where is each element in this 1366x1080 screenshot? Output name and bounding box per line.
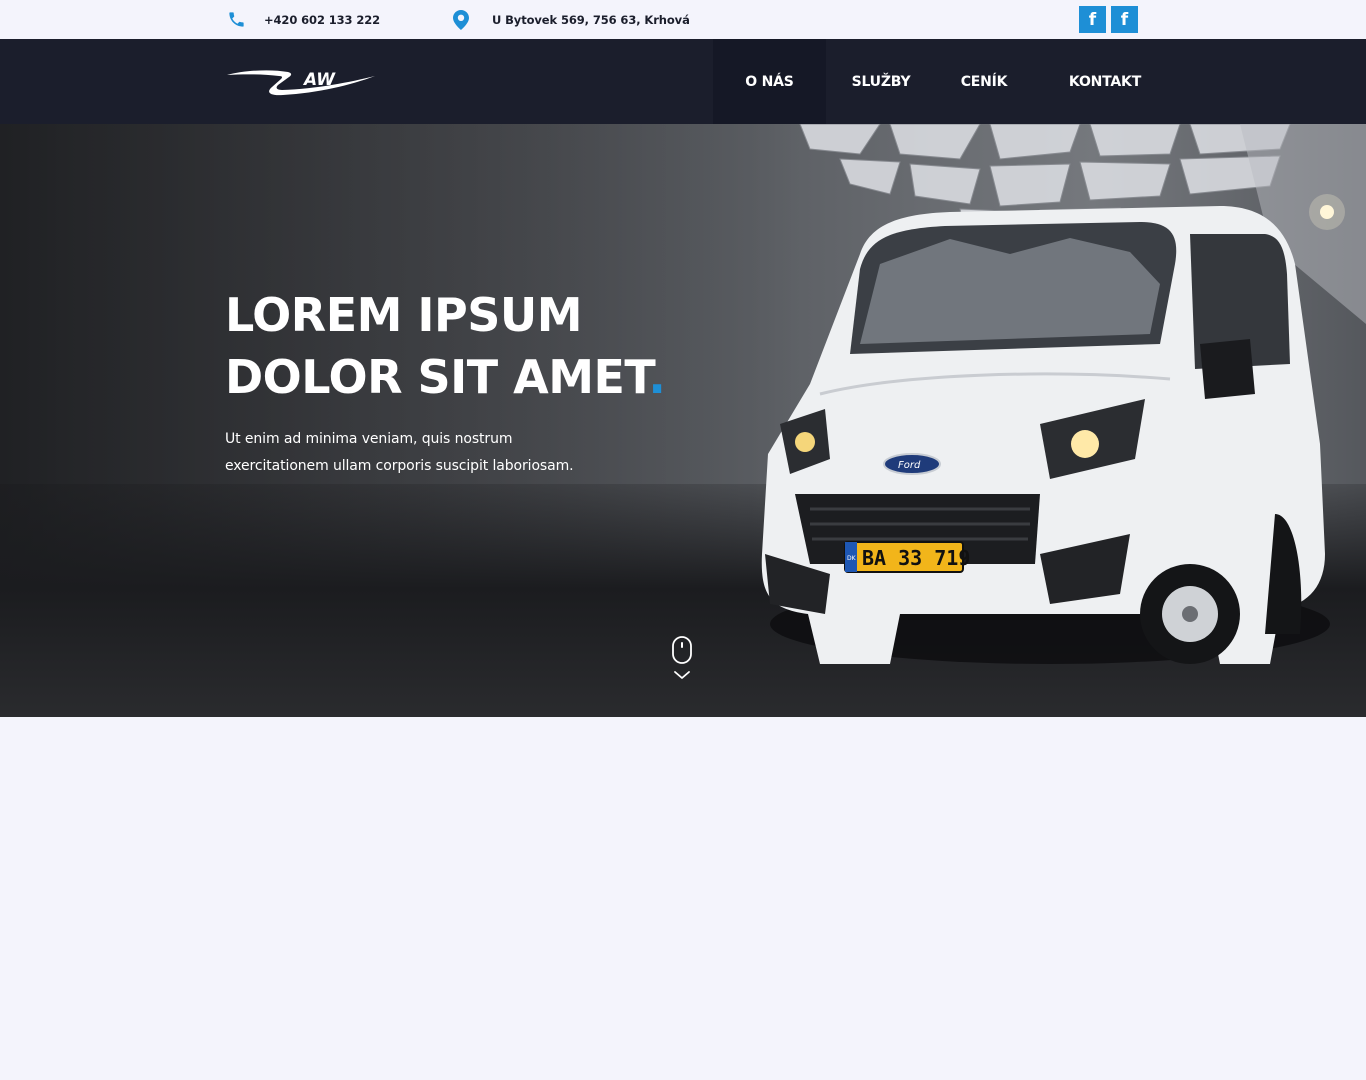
- phone-number: +420 602 133 222: [264, 12, 381, 27]
- nav-item-kontakt[interactable]: KONTAKT: [1060, 39, 1150, 124]
- hero-title-line1: LOREM IPSUM: [225, 288, 583, 342]
- hero-banner: Ford DK BA 33 719 LOREM IPSUM DOLOR SIT …: [0, 124, 1366, 717]
- address-text: U Bytovek 569, 756 63, Krhová: [492, 12, 690, 27]
- hero-subtitle: Ut enim ad minima veniam, quis nostrum e…: [225, 426, 605, 480]
- contact-address[interactable]: U Bytovek 569, 756 63, Krhová: [453, 0, 690, 39]
- contact-phone[interactable]: +420 602 133 222: [227, 0, 380, 39]
- nav-item-o-nas[interactable]: O NÁS: [713, 39, 826, 124]
- hero-title-line2: DOLOR SIT AMET.: [225, 346, 745, 408]
- nav-item-sluzby[interactable]: SLUŽBY: [840, 39, 922, 124]
- map-pin-icon: [453, 9, 469, 30]
- logo[interactable]: AW: [226, 66, 376, 98]
- facebook-icon[interactable]: f: [1079, 6, 1106, 33]
- phone-icon: [227, 10, 246, 29]
- facebook-icon[interactable]: f: [1111, 6, 1138, 33]
- plate-country: DK: [847, 555, 857, 562]
- hero-title-line2-text: DOLOR SIT AMET: [225, 350, 649, 404]
- top-info-bar: +420 602 133 222 U Bytovek 569, 756 63, …: [0, 0, 1366, 39]
- hero-title: LOREM IPSUM DOLOR SIT AMET.: [225, 284, 745, 408]
- hero-subtitle-line2: exercitationem ullam corporis suscipit l…: [225, 458, 574, 474]
- van-image: Ford DK BA 33 719: [761, 206, 1330, 664]
- hero-title-dot: .: [648, 350, 666, 404]
- main-navbar: AW O NÁS SLUŽBY CENÍK KONTAKT: [0, 39, 1366, 124]
- hero-subtitle-line1: Ut enim ad minima veniam, quis nostrum: [225, 431, 513, 447]
- nav-item-cenik[interactable]: CENÍK: [948, 39, 1020, 124]
- plate-number: BA 33 719: [862, 546, 970, 570]
- logo-text: AW: [302, 70, 336, 90]
- mouse-scroll-icon[interactable]: [669, 636, 695, 684]
- badge-text: Ford: [898, 460, 921, 471]
